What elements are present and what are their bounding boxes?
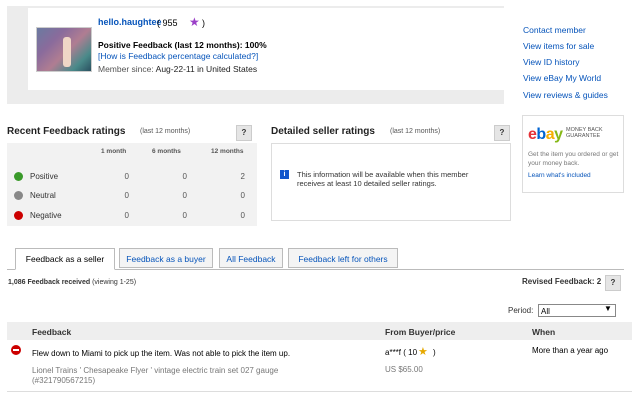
purple-star-icon: ★ — [189, 15, 200, 29]
positive-12m-link[interactable]: 2 — [225, 172, 245, 181]
recent-feedback-title: Recent Feedback ratings — [7, 126, 126, 137]
guarantee-text: Get the item you ordered or get your mon… — [528, 151, 619, 167]
quick-link-reviews[interactable]: View reviews & guides — [523, 90, 608, 100]
header-from-buyer-price: From Buyer/price — [385, 327, 456, 337]
neutral-12m: 0 — [240, 191, 245, 200]
tab-feedback-as-seller[interactable]: Feedback as a seller — [15, 248, 115, 270]
neutral-1m: 0 — [124, 191, 129, 200]
col-12-months: 12 months — [211, 148, 244, 155]
detailed-ratings-subtitle: (last 12 months) — [390, 128, 441, 135]
row-label-positive: Positive — [30, 172, 59, 181]
neutral-6m: 0 — [182, 191, 187, 200]
row-divider — [7, 391, 632, 392]
quick-link-items[interactable]: View items for sale — [523, 41, 594, 51]
yellow-star-icon: ★ — [418, 346, 428, 358]
negative-feedback-icon — [11, 345, 21, 355]
quick-link-id-history[interactable]: View ID history — [523, 57, 580, 67]
tab-feedback-as-buyer[interactable]: Feedback as a buyer — [119, 248, 213, 268]
tab-feedback-left-for-others[interactable]: Feedback left for others — [288, 248, 398, 268]
guarantee-learn-link[interactable]: Learn what's included — [528, 172, 591, 179]
feedback-when: More than a year ago — [532, 346, 609, 355]
header-feedback: Feedback — [32, 327, 72, 337]
negative-12m: 0 — [240, 211, 245, 220]
money-back-guarantee-label: MONEY BACK GUARANTEE — [566, 127, 603, 139]
detailed-ratings-title: Detailed seller ratings — [271, 126, 375, 137]
avatar-figure — [63, 37, 71, 67]
detailed-ratings-help-button[interactable]: ? — [494, 125, 510, 141]
member-since-value: Aug-22-11 in United States — [155, 64, 258, 74]
row-label-neutral: Neutral — [30, 191, 56, 200]
recent-feedback-help-button[interactable]: ? — [236, 125, 252, 141]
recent-feedback-subtitle: (last 12 months) — [140, 128, 191, 135]
how-calculated-link[interactable]: [How is Feedback percentage calculated?] — [98, 51, 258, 61]
score-close: ) — [202, 18, 205, 28]
username-link[interactable]: hello.haughtee — [98, 17, 162, 27]
quick-link-my-world[interactable]: View eBay My World — [523, 73, 601, 83]
feedback-received-count: 1,086 Feedback received (viewing 1-25) — [8, 279, 137, 286]
detailed-ratings-message: This information will be available when … — [297, 170, 469, 188]
header-when: When — [532, 327, 556, 337]
quick-link-contact[interactable]: Contact member — [523, 25, 586, 35]
col-6-months: 6 months — [152, 148, 181, 155]
info-icon: i — [280, 170, 289, 179]
feedback-score: ( 955 — [157, 18, 178, 28]
positive-icon — [14, 172, 23, 181]
negative-icon — [14, 211, 23, 220]
revised-feedback: Revised Feedback: 2 — [522, 277, 602, 286]
ebay-logo: ebay — [528, 126, 563, 143]
negative-1m: 0 — [124, 211, 129, 220]
positive-feedback-text: Positive Feedback (last 12 months): 100% — [98, 40, 267, 50]
feedback-item-title[interactable]: Lionel Trains ' Chesapeake Flyer ' vinta… — [32, 366, 322, 386]
period-label: Period: — [508, 306, 534, 315]
tab-all-feedback[interactable]: All Feedback — [219, 248, 283, 268]
neutral-icon — [14, 191, 23, 200]
buyer-id: a***f ( 10) — [385, 348, 436, 357]
row-label-negative: Negative — [30, 211, 62, 220]
chevron-down-icon[interactable]: ▼ — [604, 304, 612, 313]
avatar[interactable] — [36, 27, 92, 72]
col-1-month: 1 month — [101, 148, 127, 155]
positive-1m: 0 — [124, 172, 129, 181]
revised-feedback-help-button[interactable]: ? — [605, 275, 621, 291]
negative-6m: 0 — [182, 211, 187, 220]
feedback-comment: Flew down to Miami to pick up the item. … — [32, 349, 291, 358]
feedback-item-price: US $65.00 — [385, 365, 423, 374]
positive-6m: 0 — [182, 172, 187, 181]
member-since: Member since: Aug-22-11 in United States — [98, 64, 257, 74]
member-since-label: Member since: — [98, 64, 154, 74]
